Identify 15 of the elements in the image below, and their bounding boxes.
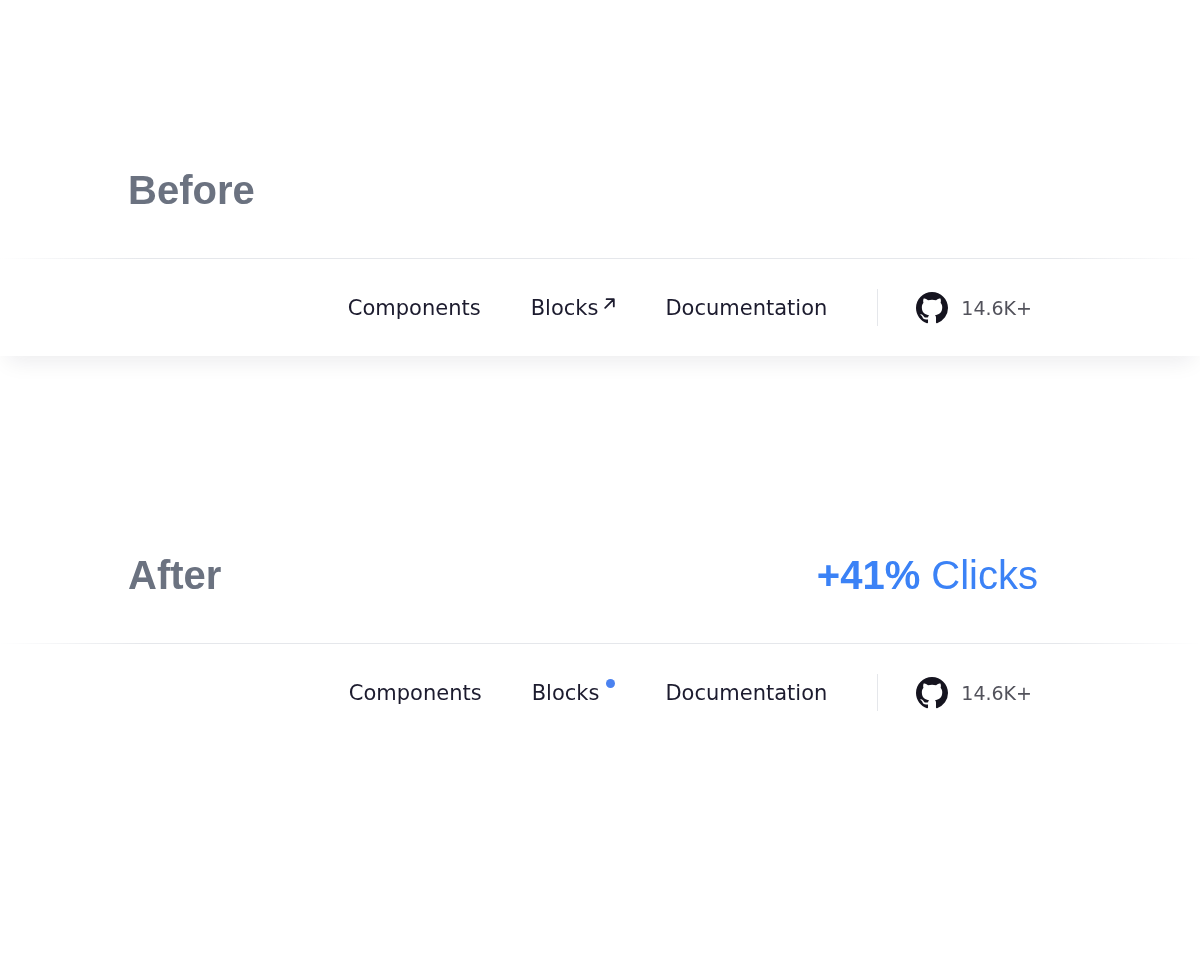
nav-link[interactable]: Documentation bbox=[665, 678, 828, 707]
nav-link[interactable]: Documentation bbox=[665, 293, 828, 322]
nav-link[interactable]: Blocks bbox=[531, 678, 616, 707]
github-link[interactable]: 14.6K+ bbox=[916, 676, 1032, 709]
github-icon bbox=[916, 676, 949, 709]
metric-text: +41% Clicks bbox=[816, 552, 1038, 599]
section-heading: Before bbox=[128, 167, 255, 214]
nav-link[interactable]: Components bbox=[347, 293, 481, 322]
nav-link[interactable]: Blocks bbox=[530, 293, 616, 322]
nav-link[interactable]: Components bbox=[348, 678, 482, 707]
github-icon bbox=[916, 291, 949, 324]
arrow-up-right-icon bbox=[604, 297, 616, 309]
github-link[interactable]: 14.6K+ bbox=[916, 291, 1032, 324]
section-heading: After bbox=[128, 552, 222, 599]
status-dot-icon bbox=[606, 678, 616, 688]
